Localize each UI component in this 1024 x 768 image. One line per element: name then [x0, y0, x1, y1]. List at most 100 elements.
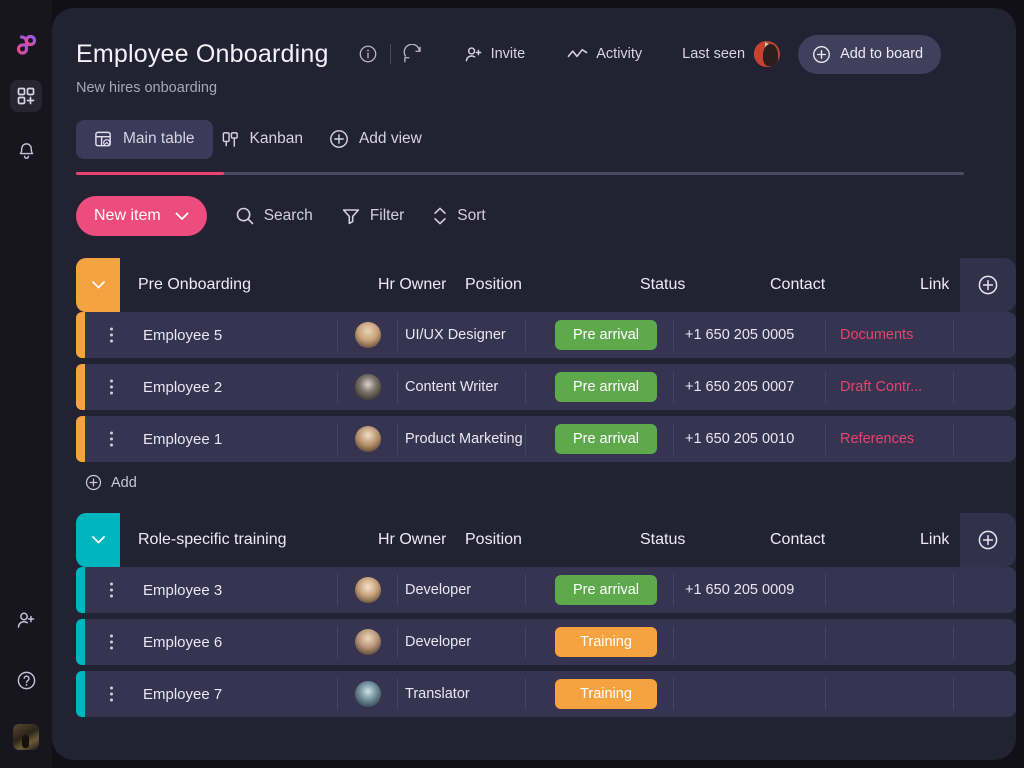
sort-button[interactable]: Sort: [432, 206, 485, 226]
tabs-underline: [76, 172, 964, 175]
table-row[interactable]: Employee 2 Content Writer Pre arrival +1 65…: [76, 364, 1016, 410]
cell-position[interactable]: Developer: [405, 619, 471, 665]
search-button[interactable]: Search: [235, 206, 313, 226]
chevron-down-icon[interactable]: [175, 212, 189, 221]
column-header-contact[interactable]: Contact: [770, 276, 825, 294]
row-item-name[interactable]: Employee 2: [143, 364, 222, 410]
column-header-status[interactable]: Status: [640, 531, 685, 549]
cell-status[interactable]: Pre arrival: [555, 416, 657, 462]
cell-link[interactable]: Draft Contr...: [840, 364, 922, 410]
cell-position[interactable]: Developer: [405, 567, 471, 613]
add-item-button[interactable]: Add: [85, 474, 1016, 491]
status-badge[interactable]: Pre arrival: [555, 575, 657, 605]
cell-status[interactable]: Training: [555, 671, 657, 717]
cell-hr-owner[interactable]: [355, 312, 381, 358]
sidebar-item-invite-members[interactable]: [10, 604, 42, 636]
group-collapse-toggle[interactable]: [76, 513, 120, 567]
last-seen-avatar[interactable]: [754, 41, 780, 67]
tab-main-table[interactable]: Main table: [76, 120, 213, 159]
cell-contact[interactable]: +1 650 205 0005: [685, 312, 794, 358]
cell-divider: [825, 319, 826, 351]
cell-contact[interactable]: +1 650 205 0007: [685, 364, 794, 410]
row-menu-icon[interactable]: [110, 635, 113, 650]
column-header-position[interactable]: Position: [465, 276, 522, 294]
cell-status[interactable]: Pre arrival: [555, 364, 657, 410]
sidebar-item-notifications[interactable]: [10, 134, 42, 166]
cell-status[interactable]: Training: [555, 619, 657, 665]
column-header-hr-owner[interactable]: Hr Owner: [378, 276, 446, 294]
table-row[interactable]: Employee 3 Developer Pre arrival +1 650 205…: [76, 567, 1016, 613]
activity-button[interactable]: Activity: [561, 46, 648, 62]
cell-hr-owner[interactable]: [355, 619, 381, 665]
new-item-button[interactable]: New item: [76, 196, 207, 236]
tab-kanban[interactable]: Kanban: [213, 120, 321, 159]
status-badge[interactable]: Pre arrival: [555, 372, 657, 402]
sidebar-item-help[interactable]: [10, 664, 42, 696]
link-text[interactable]: References: [840, 431, 914, 447]
column-header-link[interactable]: Link: [920, 276, 949, 294]
table-row[interactable]: Employee 5 UI/UX Designer Pre arrival +1 65…: [76, 312, 1016, 358]
info-icon[interactable]: [351, 37, 385, 71]
cell-position[interactable]: Content Writer: [405, 364, 498, 410]
cell-link[interactable]: References: [840, 416, 914, 462]
cell-divider: [673, 319, 674, 351]
column-header-position[interactable]: Position: [465, 531, 522, 549]
cell-link[interactable]: Documents: [840, 312, 913, 358]
table-row[interactable]: Employee 6 Developer Training: [76, 619, 1016, 665]
row-item-name[interactable]: Employee 5: [143, 312, 222, 358]
row-menu-icon[interactable]: [110, 380, 113, 395]
cell-status[interactable]: Pre arrival: [555, 312, 657, 358]
row-menu-icon[interactable]: [110, 432, 113, 447]
row-item-name[interactable]: Employee 6: [143, 619, 222, 665]
row-menu-icon[interactable]: [110, 583, 113, 598]
column-header-contact[interactable]: Contact: [770, 531, 825, 549]
cell-hr-owner[interactable]: [355, 416, 381, 462]
row-item-name[interactable]: Employee 3: [143, 567, 222, 613]
add-column-button[interactable]: [960, 513, 1016, 567]
cell-position[interactable]: Translator: [405, 671, 470, 717]
status-badge[interactable]: Pre arrival: [555, 424, 657, 454]
cell-hr-owner[interactable]: [355, 364, 381, 410]
row-menu-icon[interactable]: [110, 328, 113, 343]
add-column-button[interactable]: [960, 258, 1016, 312]
sidebar-item-add-board[interactable]: [10, 80, 42, 112]
row-menu-icon[interactable]: [110, 687, 113, 702]
cell-divider: [953, 371, 954, 403]
column-header-link[interactable]: Link: [920, 531, 949, 549]
cell-hr-owner[interactable]: [355, 671, 381, 717]
row-item-name[interactable]: Employee 7: [143, 671, 222, 717]
row-item-name[interactable]: Employee 1: [143, 416, 222, 462]
group-collapse-toggle[interactable]: [76, 258, 120, 312]
monday-logo-icon[interactable]: [13, 32, 39, 58]
cell-status[interactable]: Pre arrival: [555, 567, 657, 613]
status-badge[interactable]: Training: [555, 627, 657, 657]
group-title[interactable]: Pre Onboarding: [138, 276, 251, 294]
status-badge[interactable]: Training: [555, 679, 657, 709]
new-item-label: New item: [94, 207, 161, 225]
group-title[interactable]: Role-specific training: [138, 531, 287, 549]
group-header: Pre Onboarding Hr Owner Position Status Cont…: [76, 258, 1016, 312]
cell-contact[interactable]: +1 650 205 0010: [685, 416, 794, 462]
cell-position[interactable]: Product Marketing: [405, 416, 523, 462]
avatar: [355, 322, 381, 348]
link-text[interactable]: Draft Contr...: [840, 379, 922, 395]
table-row[interactable]: Employee 7 Translator Training: [76, 671, 1016, 717]
filter-button[interactable]: Filter: [341, 206, 404, 226]
add-to-board-button[interactable]: Add to board: [798, 35, 941, 74]
cell-hr-owner[interactable]: [355, 567, 381, 613]
link-text[interactable]: Documents: [840, 327, 913, 343]
cell-contact[interactable]: +1 650 205 0009: [685, 567, 794, 613]
status-badge[interactable]: Pre arrival: [555, 320, 657, 350]
column-header-hr-owner[interactable]: Hr Owner: [378, 531, 446, 549]
sidebar-user-avatar[interactable]: [13, 724, 39, 750]
table-row[interactable]: Employee 1 Product Marketing Pre arrival +1…: [76, 416, 1016, 462]
cell-position[interactable]: UI/UX Designer: [405, 312, 506, 358]
last-seen[interactable]: Last seen: [682, 41, 780, 67]
invite-button[interactable]: Invite: [458, 45, 532, 64]
group-columns: Pre Onboarding Hr Owner Position Status Cont…: [120, 258, 1016, 312]
refresh-activity-icon[interactable]: [396, 37, 430, 71]
add-view-button[interactable]: Add view: [321, 119, 440, 159]
column-header-status[interactable]: Status: [640, 276, 685, 294]
header-divider: [390, 44, 391, 64]
search-icon: [235, 206, 255, 226]
